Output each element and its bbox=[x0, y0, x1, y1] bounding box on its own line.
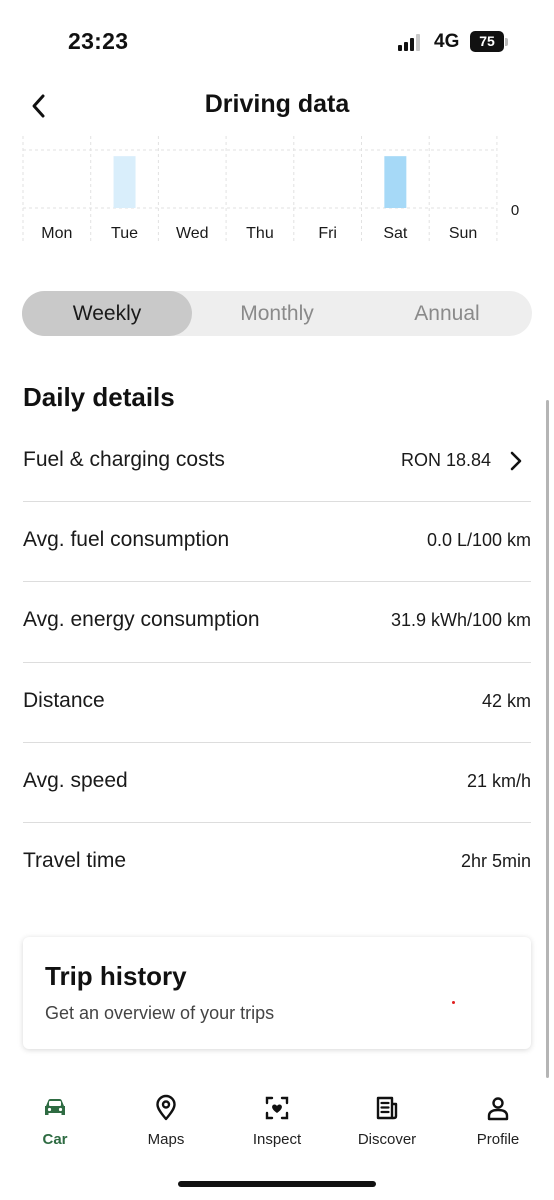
chart-tick-label-mon: Mon bbox=[41, 225, 72, 242]
trip-history-title: Trip history bbox=[45, 961, 187, 991]
tab-monthly[interactable]: Monthly bbox=[192, 291, 362, 336]
row-distance: Distance 42 km bbox=[23, 663, 531, 743]
weekly-chart: Mon Tue Wed Thu Fri Sat Sun 0 bbox=[0, 136, 554, 248]
period-selector: Weekly Monthly Annual bbox=[22, 291, 532, 336]
inspect-icon bbox=[265, 1096, 289, 1120]
nav-label: Inspect bbox=[252, 1131, 302, 1148]
row-label: Avg. energy consumption bbox=[23, 608, 260, 632]
home-indicator[interactable] bbox=[178, 1181, 376, 1187]
nav-label: Profile bbox=[476, 1131, 520, 1148]
nav-label: Discover bbox=[357, 1131, 417, 1148]
trip-history-card[interactable]: Trip history Get an overview of your tri… bbox=[23, 937, 531, 1049]
car-icon bbox=[45, 1099, 65, 1115]
nav-label: Maps bbox=[147, 1131, 185, 1148]
trip-history-subtitle: Get an overview of your trips bbox=[45, 1003, 275, 1023]
row-label: Distance bbox=[23, 688, 105, 712]
chart-svg: Mon Tue Wed Thu Fri Sat Sun 0 bbox=[22, 136, 519, 244]
tab-weekly[interactable]: Weekly bbox=[22, 291, 192, 336]
chart-tick-label-tue: Tue bbox=[111, 225, 138, 242]
row-value: 21 km/h bbox=[466, 770, 531, 791]
nav-discover[interactable]: Discover bbox=[332, 1086, 442, 1148]
nav-car[interactable]: Car bbox=[0, 1086, 110, 1148]
row-label: Travel time bbox=[23, 848, 127, 872]
row-value: 2hr 5min bbox=[460, 850, 531, 871]
row-value: RON 18.84 bbox=[400, 450, 491, 470]
person-icon bbox=[487, 1097, 509, 1121]
cellular-signal-icon bbox=[398, 33, 424, 51]
page-title: Driving data bbox=[204, 90, 350, 118]
row-avg-energy-consumption: Avg. energy consumption 31.9 kWh/100 km bbox=[23, 582, 531, 663]
nav-maps[interactable]: Maps bbox=[111, 1086, 221, 1148]
row-value: 0.0 L/100 km bbox=[426, 530, 531, 551]
chart-tick-label-thu: Thu bbox=[246, 225, 274, 242]
section-title: Daily details bbox=[23, 382, 175, 412]
row-fuel-charging-costs[interactable]: Fuel & charging costs RON 18.84 bbox=[23, 422, 531, 503]
chart-tick-label-wed: Wed bbox=[176, 225, 209, 242]
network-type: 4G bbox=[434, 31, 460, 52]
nav-label: Car bbox=[42, 1131, 68, 1148]
row-label: Avg. fuel consumption bbox=[23, 528, 230, 552]
battery-tip bbox=[505, 38, 508, 46]
bottom-nav: Car Maps Inspect Discover Profile bbox=[0, 1086, 554, 1166]
status-bar: 23:23 4G 75 bbox=[0, 0, 554, 80]
chevron-right-icon bbox=[510, 451, 522, 471]
chart-tick-label-fri: Fri bbox=[318, 225, 337, 242]
status-time: 23:23 bbox=[68, 28, 129, 54]
nav-inspect[interactable]: Inspect bbox=[222, 1086, 332, 1148]
row-value: 31.9 kWh/100 km bbox=[390, 610, 531, 631]
details-list: Fuel & charging costs RON 18.84 Avg. fue… bbox=[23, 422, 531, 903]
chart-bar-sat bbox=[384, 156, 407, 208]
row-avg-speed: Avg. speed 21 km/h bbox=[23, 743, 531, 823]
header: Driving data bbox=[0, 80, 554, 136]
row-label: Fuel & charging costs bbox=[23, 448, 225, 471]
row-travel-time: Travel time 2hr 5min bbox=[23, 823, 531, 903]
chart-tick-label-sat: Sat bbox=[383, 225, 408, 242]
news-icon bbox=[376, 1096, 398, 1120]
chart-tick-label-sun: Sun bbox=[449, 225, 477, 242]
battery-icon: 75 bbox=[470, 31, 504, 52]
chart-bar-tue bbox=[113, 156, 136, 208]
chart-y-tick-label: 0 bbox=[511, 202, 519, 219]
map-pin-icon bbox=[156, 1094, 176, 1121]
row-label: Avg. speed bbox=[23, 768, 128, 792]
scrollbar[interactable] bbox=[546, 400, 549, 1078]
indicator-dot bbox=[452, 1001, 455, 1004]
tab-annual[interactable]: Annual bbox=[362, 291, 532, 336]
row-avg-fuel-consumption: Avg. fuel consumption 0.0 L/100 km bbox=[23, 502, 531, 583]
nav-profile[interactable]: Profile bbox=[443, 1086, 553, 1148]
row-value: 42 km bbox=[481, 690, 531, 711]
